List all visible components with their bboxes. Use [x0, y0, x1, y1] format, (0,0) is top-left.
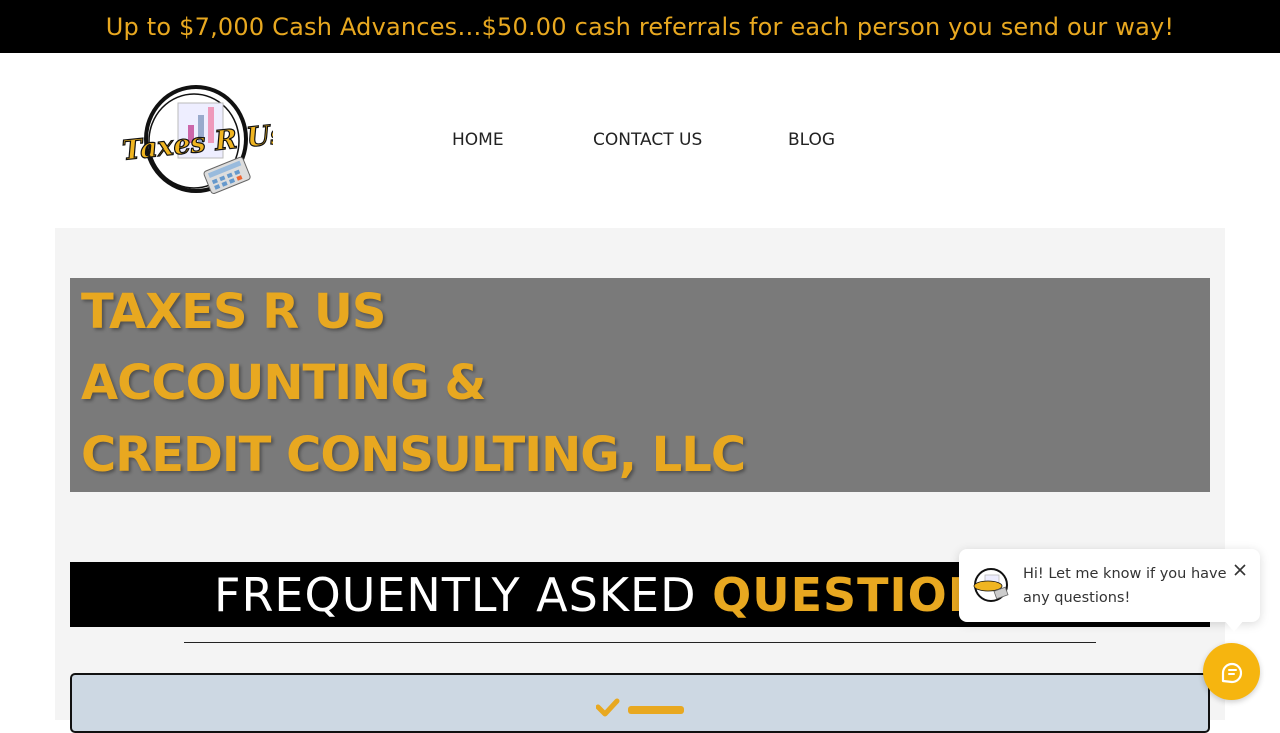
site-header: Taxes R Us HOME CONTACT US BLOG: [0, 53, 1280, 228]
calculator-chart-logo-icon: Taxes R Us: [120, 85, 287, 194]
checklist-icon: [596, 698, 684, 717]
chat-popup-tail: [1224, 620, 1244, 632]
chat-launcher-button[interactable]: [1203, 643, 1260, 700]
nav-blog[interactable]: BLOG: [788, 130, 835, 150]
hero-banner: TAXES R US ACCOUNTING & CREDIT CONSULTIN…: [70, 278, 1210, 492]
faq-heading-plain: FREQUENTLY ASKED: [214, 568, 697, 622]
divider: [184, 642, 1096, 643]
hero-title-line-1: TAXES R US: [81, 284, 386, 340]
promo-banner: Up to $7,000 Cash Advances…$50.00 cash r…: [0, 0, 1280, 53]
hero-title-line-2: ACCOUNTING &: [81, 355, 486, 411]
faq-card: [70, 673, 1210, 733]
avatar-logo-icon: [973, 568, 1009, 602]
site-logo[interactable]: Taxes R Us: [118, 83, 287, 198]
chat-icon: [1221, 662, 1242, 683]
chat-message: Hi! Let me know if you have any question…: [1023, 566, 1227, 606]
chat-avatar: [971, 567, 1011, 603]
close-icon[interactable]: [1231, 561, 1249, 579]
chat-popup[interactable]: Hi! Let me know if you have any question…: [959, 549, 1260, 622]
faq-heading: FREQUENTLY ASKED QUESTIONS: [214, 568, 1021, 622]
nav-contact-us[interactable]: CONTACT US: [593, 130, 702, 150]
nav-home[interactable]: HOME: [452, 130, 504, 150]
hero-title-line-3: CREDIT CONSULTING, LLC: [81, 427, 746, 483]
promo-banner-text: Up to $7,000 Cash Advances…$50.00 cash r…: [105, 12, 1175, 41]
